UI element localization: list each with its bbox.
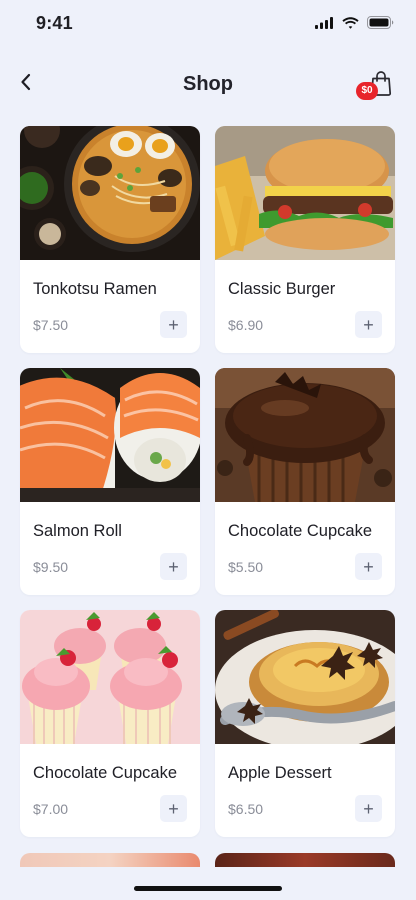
add-to-cart-button[interactable]: + (160, 553, 187, 580)
cart-badge: $0 (356, 82, 378, 100)
product-image-salmon-roll (20, 368, 200, 502)
wifi-icon (342, 16, 359, 29)
plus-icon: + (168, 556, 179, 577)
page-title: Shop (183, 73, 233, 95)
header: Shop $0 (0, 62, 416, 108)
product-name: Salmon Roll (33, 522, 122, 540)
product-image-ramen (20, 126, 200, 260)
product-card[interactable]: Apple Dessert $6.50 + (215, 610, 395, 837)
product-name: Chocolate Cupcake (228, 522, 373, 540)
add-to-cart-button[interactable]: + (355, 795, 382, 822)
product-name: Apple Dessert (228, 764, 332, 782)
product-card[interactable]: Chocolate Cupcake $5.50 + (215, 368, 395, 595)
product-price: $6.90 (228, 317, 264, 333)
plus-icon: + (363, 556, 374, 577)
product-card[interactable]: Salmon Roll $9.50 + (20, 368, 200, 595)
home-indicator (134, 886, 282, 891)
battery-icon (367, 16, 394, 29)
product-price: $6.50 (228, 801, 264, 817)
product-card-partial[interactable] (20, 853, 200, 867)
status-time: 9:41 (36, 13, 73, 33)
product-card-partial[interactable] (215, 853, 395, 867)
plus-icon: + (363, 798, 374, 819)
status-icons (315, 16, 394, 29)
add-to-cart-button[interactable]: + (355, 311, 382, 338)
product-image-burger (215, 126, 395, 260)
product-card[interactable]: Tonkotsu Ramen $7.50 + (20, 126, 200, 353)
product-image-apple-dessert (215, 610, 395, 744)
product-name: Tonkotsu Ramen (33, 280, 157, 298)
add-to-cart-button[interactable]: + (160, 311, 187, 338)
status-bar: 9:41 (0, 0, 416, 50)
product-name: Classic Burger (228, 280, 336, 298)
cellular-signal-icon (315, 16, 334, 29)
plus-icon: + (168, 798, 179, 819)
product-price: $9.50 (33, 559, 69, 575)
product-price: $7.50 (33, 317, 69, 333)
product-card[interactable]: Classic Burger $6.90 + (215, 126, 395, 353)
plus-icon: + (363, 314, 374, 335)
cart-button[interactable]: $0 (356, 68, 394, 102)
product-card[interactable]: Chocolate Cupcake $7.00 + (20, 610, 200, 837)
product-image-chocolate-cupcake (215, 368, 395, 502)
add-to-cart-button[interactable]: + (355, 553, 382, 580)
plus-icon: + (168, 314, 179, 335)
product-name: Chocolate Cupcake (33, 764, 178, 782)
product-image-strawberry-cupcakes (20, 610, 200, 744)
product-price: $5.50 (228, 559, 264, 575)
product-price: $7.00 (33, 801, 69, 817)
add-to-cart-button[interactable]: + (160, 795, 187, 822)
